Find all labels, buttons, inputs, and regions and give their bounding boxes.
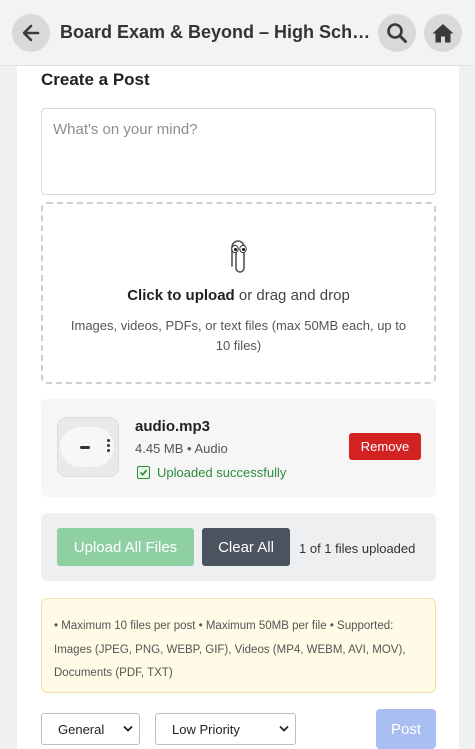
page-title: Create a Post — [41, 70, 150, 89]
back-button[interactable] — [12, 14, 50, 52]
priority-select[interactable]: Low Priority — [155, 713, 296, 745]
upload-hint: Images, videos, PDFs, or text files (max… — [70, 318, 407, 353]
checkmark-icon — [137, 466, 150, 479]
click-to-upload-link[interactable]: Click to upload — [127, 287, 235, 304]
upload-instruction: Click to upload or drag and drop — [43, 287, 434, 304]
search-button[interactable] — [378, 14, 416, 52]
home-button[interactable] — [424, 14, 462, 52]
chevron-down-icon — [123, 725, 133, 732]
paperclip-icon — [231, 240, 247, 273]
clear-all-button[interactable]: Clear All — [202, 528, 290, 566]
arrow-left-icon — [22, 24, 40, 42]
top-bar: Board Exam & Beyond – High School Stude… — [0, 0, 475, 66]
audio-file-thumbnail — [57, 417, 119, 477]
upload-limits-notice: • Maximum 10 files per post • Maximum 50… — [41, 598, 436, 693]
chevron-down-icon — [279, 725, 289, 732]
upload-all-button[interactable]: Upload All Files — [57, 528, 194, 566]
priority-value: Low Priority — [172, 721, 240, 737]
post-text-input[interactable]: What's on your mind? — [41, 108, 436, 195]
post-button[interactable]: Post — [376, 709, 436, 749]
home-icon — [432, 24, 454, 43]
group-title: Board Exam & Beyond – High School Stude… — [60, 22, 372, 42]
upload-status-text: Uploaded successfully — [157, 465, 287, 480]
drag-drop-text: or drag and drop — [238, 287, 350, 304]
category-select[interactable]: General — [41, 713, 140, 745]
post-composer: Create a Post What's on your mind? Click… — [17, 66, 459, 749]
upload-dropzone[interactable]: Click to upload or drag and drop Images,… — [41, 202, 436, 384]
upload-progress-text: 1 of 1 files uploaded — [299, 541, 416, 556]
file-name: audio.mp3 — [135, 418, 211, 435]
category-value: General — [58, 721, 105, 737]
upload-actions: Upload All Files Clear All 1 of 1 files … — [41, 513, 436, 581]
upload-status: Uploaded successfully — [137, 465, 286, 480]
file-item: audio.mp3 4.45 MB • Audio Uploaded succe… — [41, 399, 436, 497]
remove-file-button[interactable]: Remove — [349, 433, 421, 460]
file-meta: 4.45 MB • Audio — [135, 441, 228, 456]
search-icon — [387, 23, 407, 43]
